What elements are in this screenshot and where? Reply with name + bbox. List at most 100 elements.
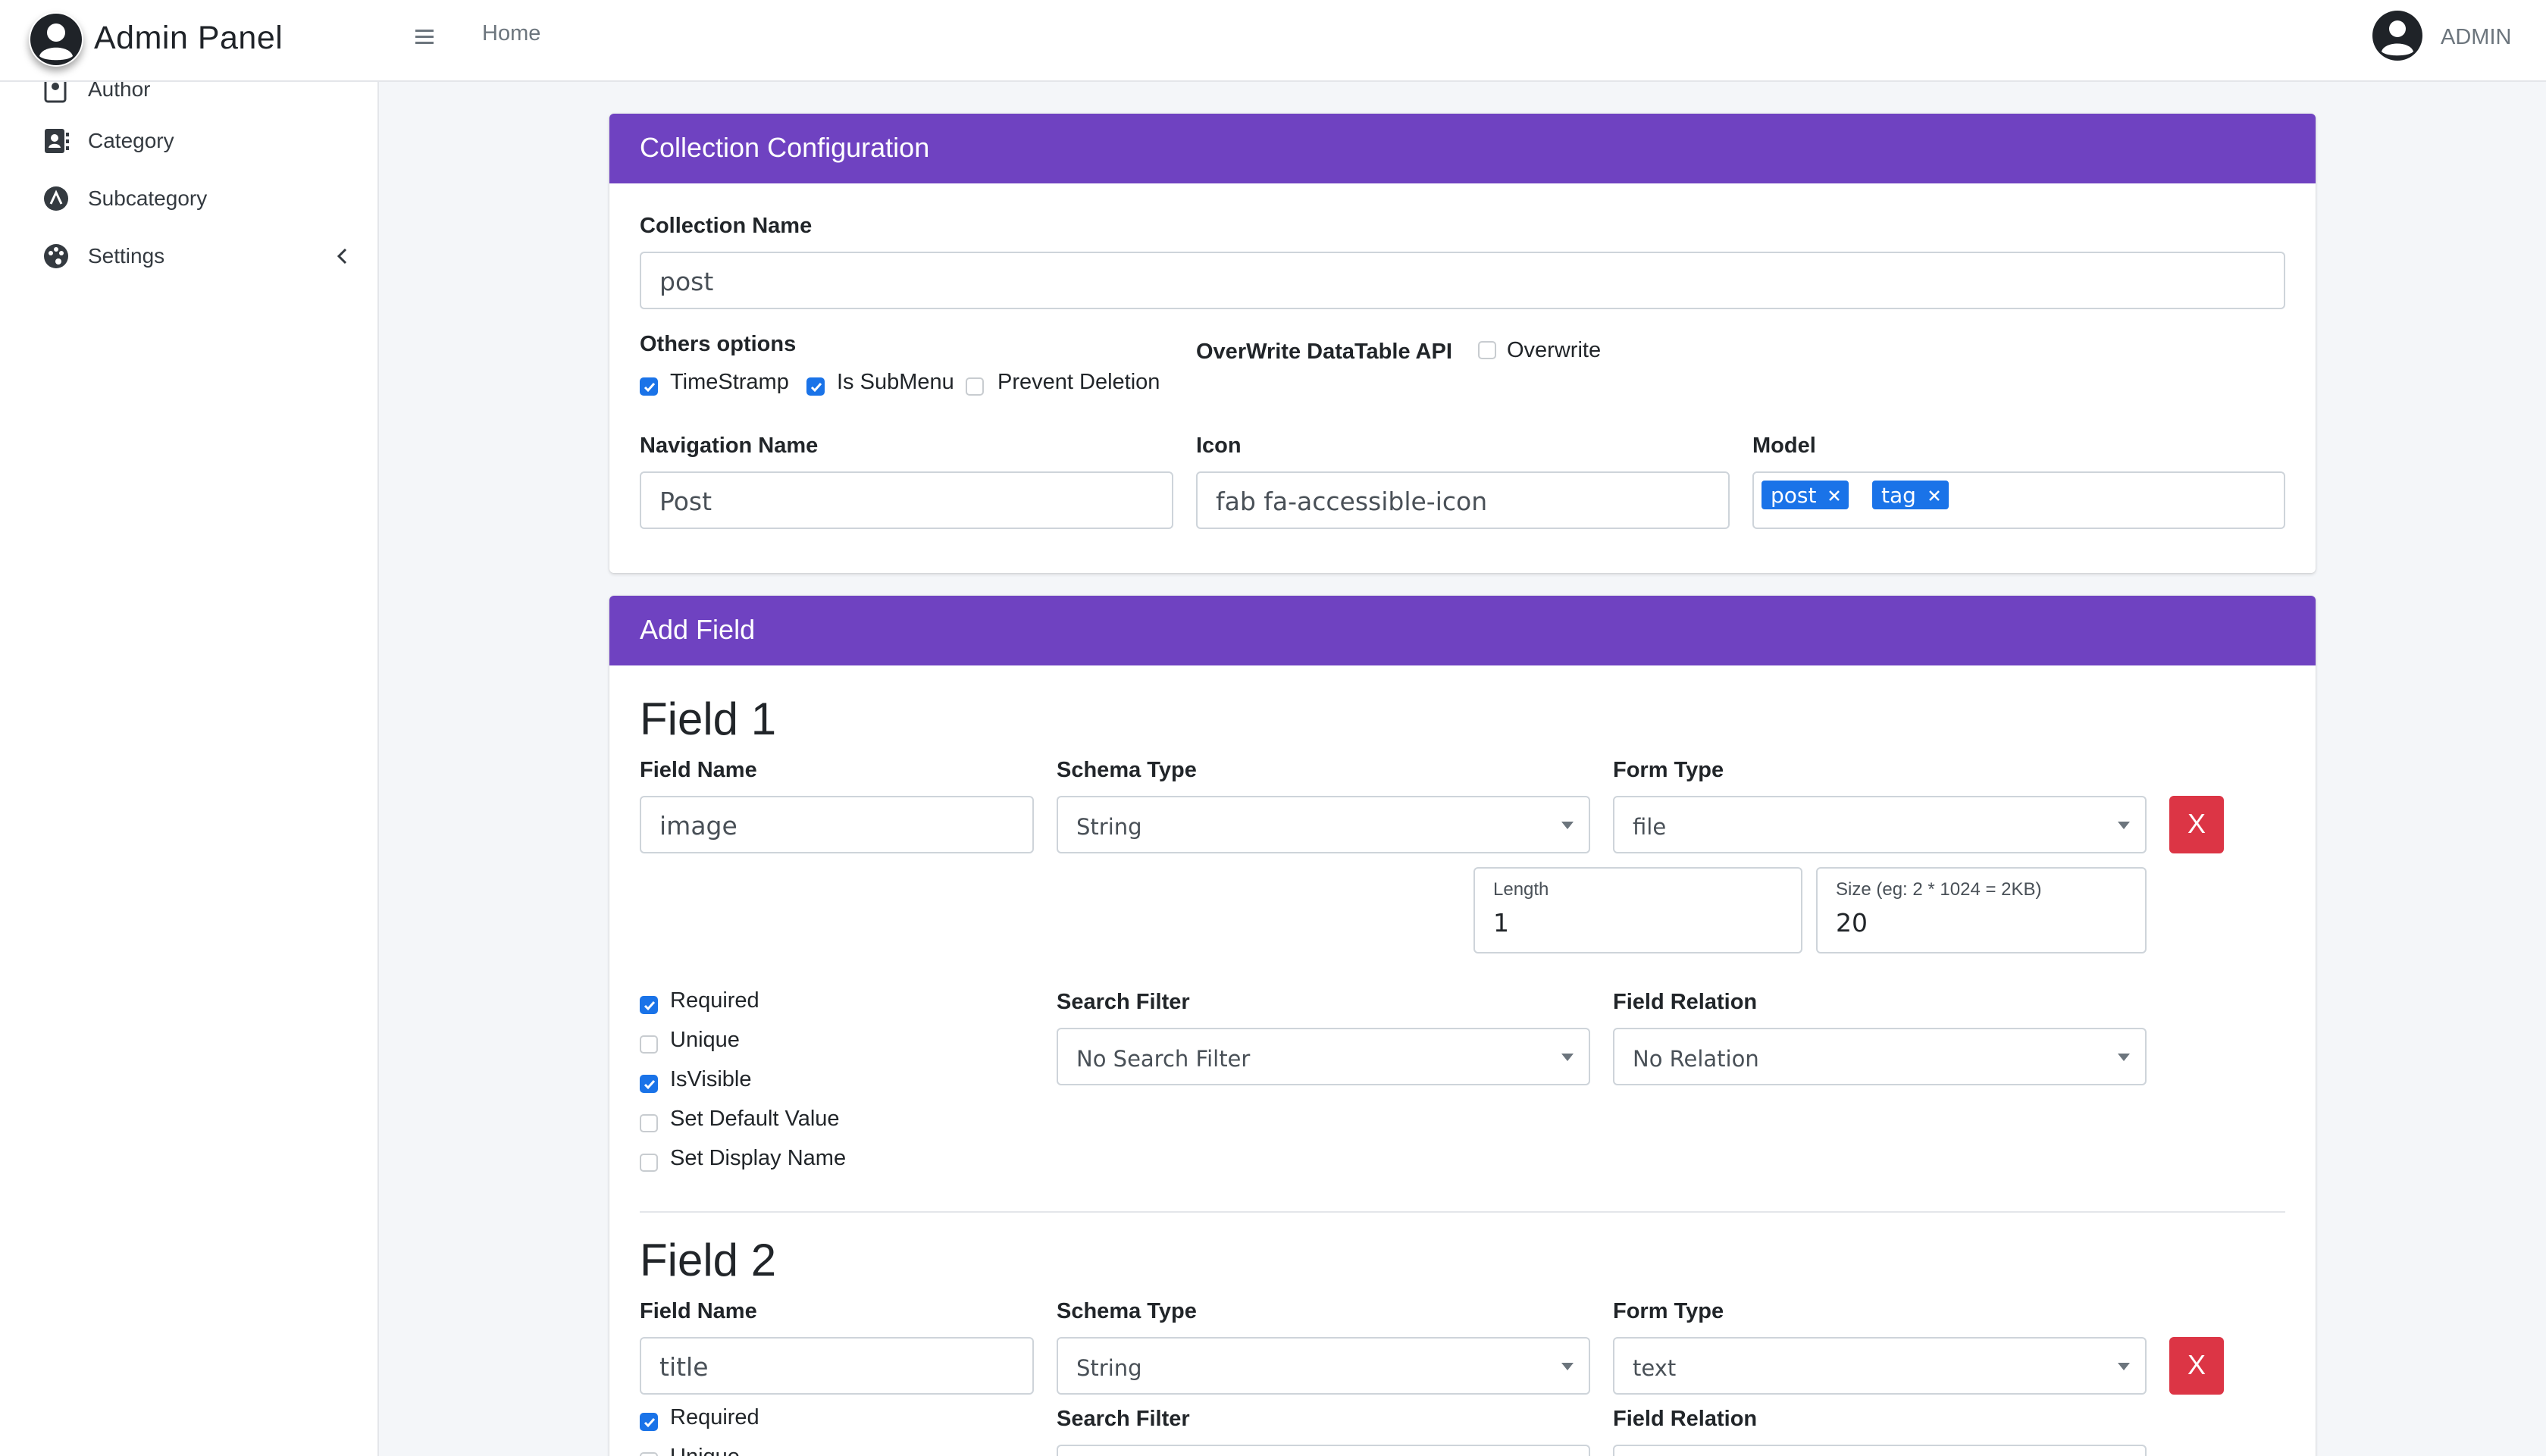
collection-name-input[interactable]: post: [640, 252, 2285, 309]
field-name-input[interactable]: title: [640, 1337, 1034, 1395]
schema-type-value: String: [1076, 1355, 1142, 1381]
default-value-checkbox[interactable]: [640, 1114, 658, 1132]
length-input[interactable]: Length 1: [1473, 867, 1802, 953]
model-tag-label: tag: [1881, 483, 1916, 508]
is-submenu-checkbox[interactable]: [806, 377, 825, 396]
size-input[interactable]: Size (eg: 2 * 1024 = 2KB) 20: [1816, 867, 2147, 953]
remove-field-button[interactable]: X: [2169, 796, 2224, 853]
sidebar-item-settings[interactable]: Settings: [42, 238, 353, 276]
user-avatar-icon[interactable]: [2371, 9, 2424, 62]
collection-name-value: post: [659, 267, 714, 296]
schema-type-label: Schema Type: [1057, 1299, 1197, 1323]
size-value: 20: [1836, 908, 1868, 938]
navigation-name-input[interactable]: Post: [640, 471, 1173, 529]
unique-checkbox[interactable]: [640, 1452, 658, 1456]
field-relation-select[interactable]: [1613, 1445, 2147, 1456]
field-name-label: Field Name: [640, 1299, 757, 1323]
form-type-label: Form Type: [1613, 1299, 1724, 1323]
is-visible-checkbox[interactable]: [640, 1075, 658, 1093]
model-multiselect[interactable]: post tag: [1752, 471, 2285, 529]
search-filter-label: Search Filter: [1057, 990, 1190, 1014]
unique-label: Unique: [670, 1445, 740, 1456]
field-title: Field 1: [640, 694, 777, 744]
caret-down-icon: [1561, 822, 1574, 829]
card-header: Collection Configuration: [609, 114, 2316, 183]
overwrite-option-label: Overwrite: [1507, 338, 1602, 362]
collection-config-card: Collection Configuration Collection Name…: [609, 114, 2316, 573]
sidebar-item-label: Category: [88, 129, 174, 152]
sidebar-item-subcategory[interactable]: Subcategory: [42, 180, 353, 218]
length-value: 1: [1493, 908, 1509, 938]
field-title: Field 2: [640, 1235, 777, 1285]
brand-avatar-icon: [29, 12, 83, 67]
schema-type-value: String: [1076, 814, 1142, 840]
card-header: Add Field: [609, 596, 2316, 665]
field-name-label: Field Name: [640, 758, 757, 782]
user-name[interactable]: ADMIN: [2441, 25, 2511, 50]
schema-type-select[interactable]: String: [1057, 796, 1590, 853]
timestamp-checkbox[interactable]: [640, 377, 658, 396]
search-filter-select[interactable]: No Search Filter: [1057, 1028, 1590, 1085]
form-type-select[interactable]: text: [1613, 1337, 2147, 1395]
add-field-card: Add Field Field 1 Field Name image Schem…: [609, 596, 2316, 1456]
field-relation-label: Field Relation: [1613, 1407, 1758, 1431]
field-divider: [640, 1211, 2285, 1213]
search-filter-label: Search Filter: [1057, 1407, 1190, 1431]
model-label: Model: [1752, 434, 1816, 458]
sidebar-item-category[interactable]: Category: [42, 123, 353, 161]
overwrite-api-label: OverWrite DataTable API: [1196, 340, 1452, 364]
schema-type-select[interactable]: String: [1057, 1337, 1590, 1395]
required-checkbox[interactable]: [640, 996, 658, 1014]
sidebar: Author Category Subcategory Settings: [0, 82, 379, 1456]
display-name-checkbox[interactable]: [640, 1154, 658, 1172]
collection-name-label: Collection Name: [640, 214, 813, 238]
search-filter-select[interactable]: [1057, 1445, 1590, 1456]
brand[interactable]: Admin Panel: [0, 0, 379, 82]
caret-down-icon: [1561, 1363, 1574, 1370]
sidebar-item-label: Subcategory: [88, 186, 208, 210]
field-relation-select[interactable]: No Relation: [1613, 1028, 2147, 1085]
top-navbar: Home ADMIN: [0, 0, 2546, 82]
unique-label: Unique: [670, 1028, 740, 1052]
length-label: Length: [1493, 879, 1549, 900]
hamburger-menu-icon[interactable]: [409, 21, 440, 52]
caret-down-icon: [2118, 822, 2130, 829]
model-tag-label: post: [1771, 483, 1817, 508]
overwrite-checkbox[interactable]: [1478, 341, 1496, 359]
required-label: Required: [670, 1405, 759, 1429]
required-checkbox[interactable]: [640, 1413, 658, 1431]
model-tag[interactable]: post: [1762, 481, 1849, 509]
is-visible-label: IsVisible: [670, 1067, 752, 1091]
sidebar-item-label: Author: [88, 82, 151, 101]
author-icon: [42, 82, 70, 103]
icon-input[interactable]: fab fa-accessible-icon: [1196, 471, 1730, 529]
close-icon[interactable]: [1823, 483, 1841, 508]
size-label: Size (eg: 2 * 1024 = 2KB): [1836, 879, 2042, 900]
sidebar-item-label: Settings: [88, 244, 165, 268]
contact-book-icon: [42, 127, 70, 155]
form-type-value: text: [1633, 1355, 1677, 1381]
remove-field-button[interactable]: X: [2169, 1337, 2224, 1395]
model-tag[interactable]: tag: [1872, 481, 1949, 509]
home-link[interactable]: Home: [482, 21, 540, 46]
is-submenu-label: Is SubMenu: [837, 370, 954, 394]
search-filter-value: No Search Filter: [1076, 1046, 1251, 1072]
form-type-label: Form Type: [1613, 758, 1724, 782]
sidebar-item-author[interactable]: Author: [42, 82, 353, 109]
palette-icon: [42, 243, 70, 270]
brand-title: Admin Panel: [94, 20, 283, 56]
chevron-left-icon[interactable]: [332, 246, 353, 267]
prevent-deletion-checkbox[interactable]: [966, 377, 984, 396]
navigation-name-value: Post: [659, 487, 712, 516]
others-options-label: Others options: [640, 332, 797, 356]
field-name-value: image: [659, 811, 737, 841]
close-icon[interactable]: [1923, 483, 1941, 508]
field-name-input[interactable]: image: [640, 796, 1034, 853]
default-value-label: Set Default Value: [670, 1107, 840, 1131]
field-relation-value: No Relation: [1633, 1046, 1759, 1072]
timestamp-label: TimeStramp: [670, 370, 789, 394]
form-type-select[interactable]: file: [1613, 796, 2147, 853]
schema-type-label: Schema Type: [1057, 758, 1197, 782]
unique-checkbox[interactable]: [640, 1035, 658, 1054]
required-label: Required: [670, 988, 759, 1013]
